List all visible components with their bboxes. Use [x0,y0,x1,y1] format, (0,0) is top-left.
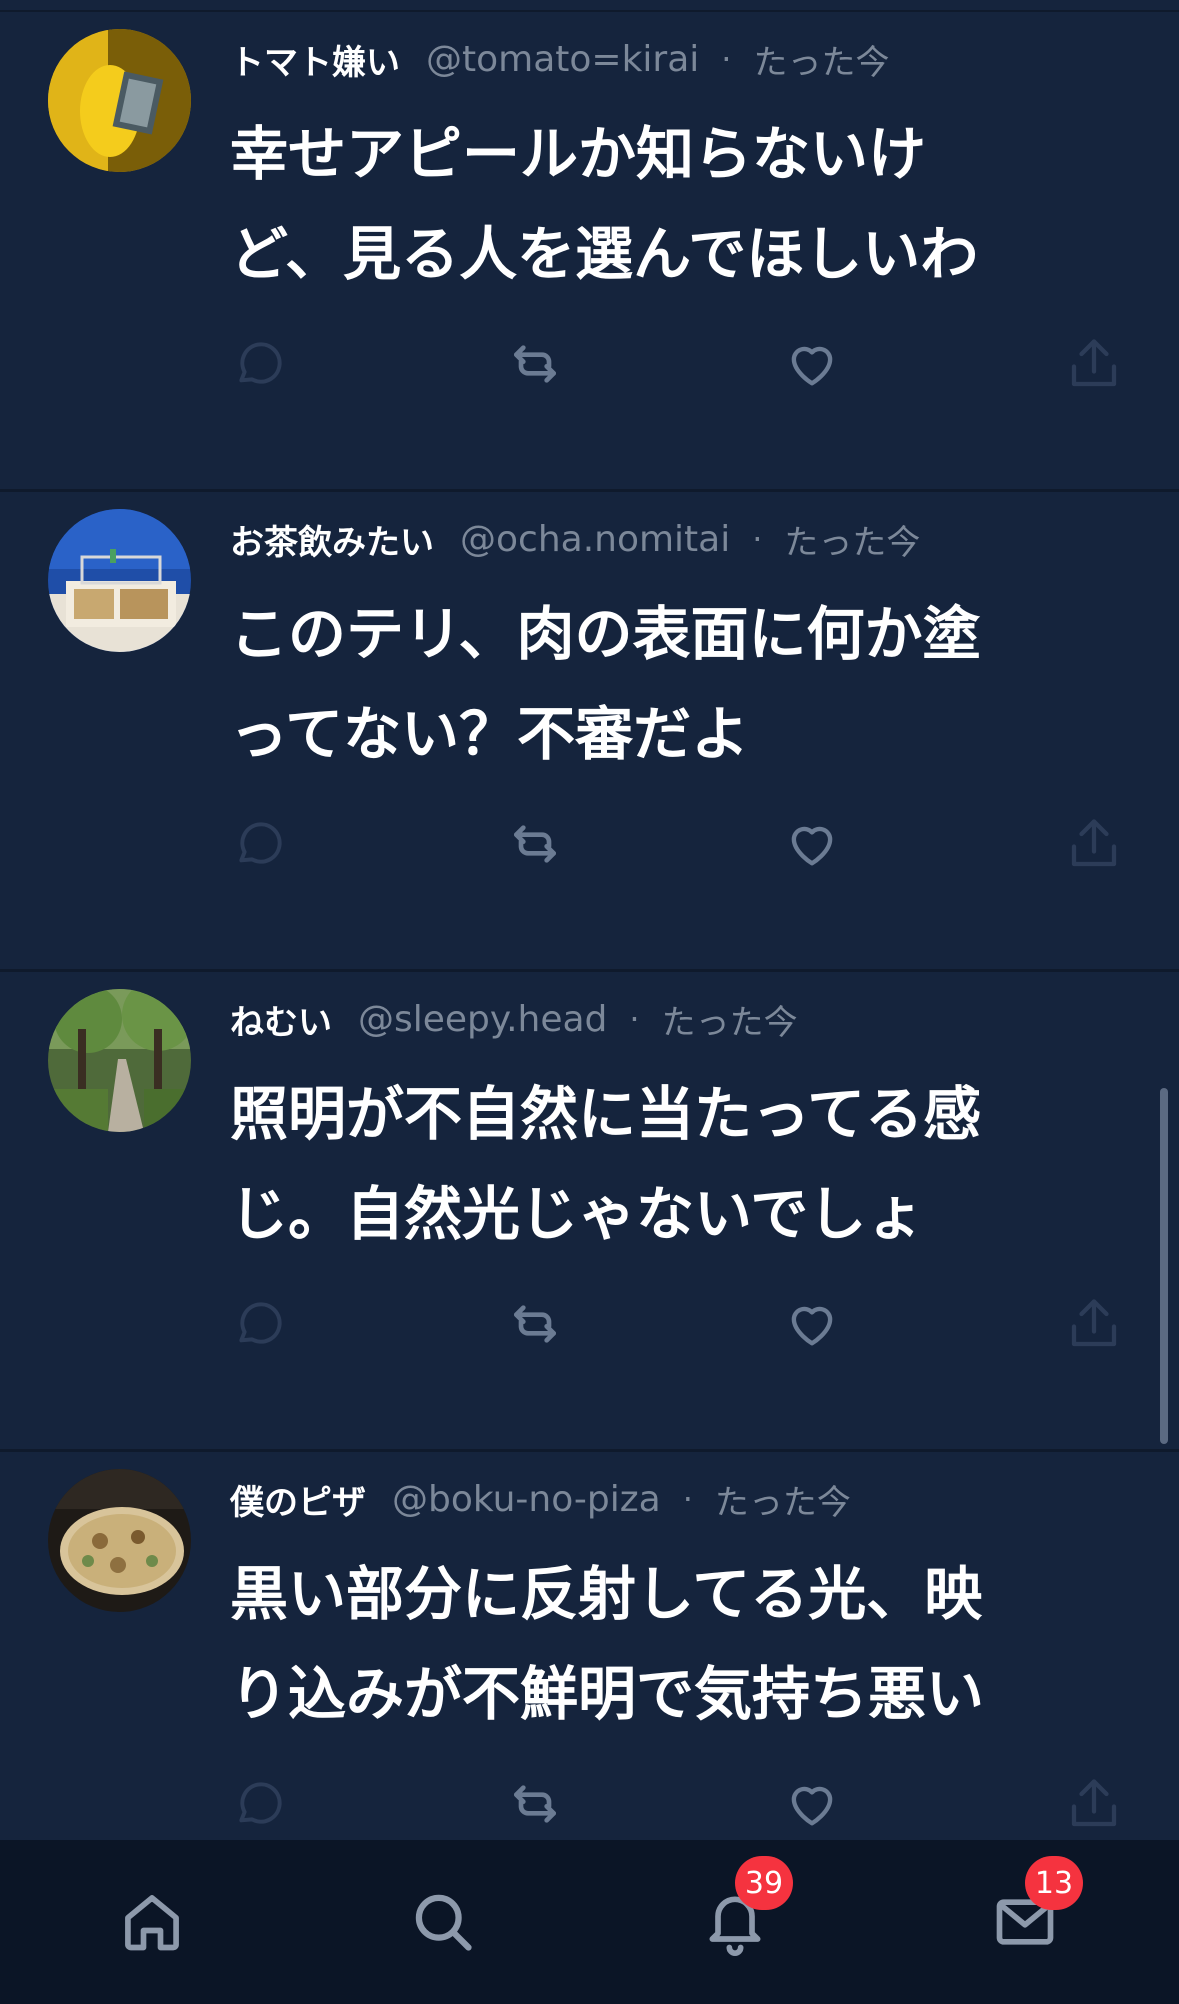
tab-notifications[interactable]: 39 [695,1856,793,1962]
post-text-line: ってない？不審だよ [230,700,750,768]
display-name[interactable]: 僕のピザ [230,1475,366,1524]
repost-icon [514,345,556,383]
repost-icon [514,1305,556,1343]
separator-dot: · [682,1480,693,1518]
post-text-line: 幸せアピールか知らないけ [230,120,927,188]
handle[interactable]: @tomato=kirai [426,39,699,80]
share-icon [1071,1779,1117,1827]
post-card[interactable]: お茶飲みたい @ocha.nomitai · たった今 このテリ、肉の表面に何か… [0,492,1179,972]
post-text-line: 黒い部分に反射してる光、映 [230,1560,983,1628]
handle[interactable]: @ocha.nomitai [460,519,730,560]
avatar[interactable] [48,1469,191,1612]
repost-icon [514,1785,556,1823]
post-text-line: 照明が不自然に当たってる感 [230,1080,982,1148]
post-card[interactable]: 僕のピザ @boku-no-piza · たった今 黒い部分に反射してる光、映 … [0,1452,1179,1840]
post-header: トマト嫌い @tomato=kirai · たった今 [230,34,1139,84]
like-button[interactable] [782,1774,842,1834]
handle[interactable]: @sleepy.head [358,999,607,1040]
heart-icon [791,826,833,866]
reply-icon [239,1782,282,1824]
timestamp: たった今 [714,1482,851,1523]
share-icon [1071,1299,1117,1347]
post-header: ねむい @sleepy.head · たった今 [230,994,1139,1044]
separator-dot: · [721,40,732,78]
tab-messages[interactable]: 13 [985,1856,1083,1962]
share-button[interactable] [1064,334,1124,394]
post-card[interactable]: トマト嫌い @tomato=kirai · たった今 幸せアピールか知らないけ … [0,12,1179,492]
repost-button[interactable] [505,1774,565,1834]
avatar[interactable] [48,29,191,172]
reply-icon [239,1302,282,1344]
share-button[interactable] [1064,814,1124,874]
share-icon [1071,339,1117,387]
repost-button[interactable] [505,334,565,394]
repost-button[interactable] [505,1294,565,1354]
post-text-line: ど、見る人を選んでほしいわ [230,220,979,288]
home-icon [125,1895,179,1951]
action-bar [230,334,1130,394]
post-header: お茶飲みたい @ocha.nomitai · たった今 [230,514,1139,564]
heart-icon [791,346,833,386]
reply-icon [239,342,282,384]
notification-badge: 39 [735,1856,793,1910]
search-icon [415,1894,472,1951]
repost-button[interactable] [505,814,565,874]
top-divider [0,0,1179,12]
share-button[interactable] [1064,1774,1124,1834]
reply-button[interactable] [230,814,290,874]
display-name[interactable]: お茶飲みたい [230,515,434,564]
like-button[interactable] [782,334,842,394]
display-name[interactable]: ねむい [230,995,332,1044]
heart-icon [791,1786,833,1826]
action-bar [230,1294,1130,1354]
handle[interactable]: @boku-no-piza [392,1479,661,1520]
message-badge: 13 [1025,1856,1083,1910]
reply-button[interactable] [230,1774,290,1834]
post-text: 照明が不自然に当たってる感 じ。自然光じゃないでしょ [230,1064,1110,1264]
scrollbar[interactable] [1160,1088,1168,1444]
post-text: 幸せアピールか知らないけ ど、見る人を選んでほしいわ [230,104,1110,304]
action-bar [230,1774,1130,1834]
post-header: 僕のピザ @boku-no-piza · たった今 [230,1474,1139,1524]
reply-icon [239,822,282,864]
share-icon [1071,819,1117,867]
post-text-line: じ。自然光じゃないでしょ [230,1180,925,1248]
tab-search[interactable] [403,1882,483,1962]
avatar[interactable] [48,989,191,1132]
like-button[interactable] [782,814,842,874]
reply-button[interactable] [230,1294,290,1354]
post-text: このテリ、肉の表面に何か塗 ってない？不審だよ [230,584,1110,784]
display-name[interactable]: トマト嫌い [230,35,400,84]
post-text-line: このテリ、肉の表面に何か塗 [230,600,981,668]
post-card[interactable]: ねむい @sleepy.head · たった今 照明が不自然に当たってる感 じ。… [0,972,1179,1452]
post-text-line: り込みが不鮮明で気持ち悪い [230,1660,985,1728]
like-button[interactable] [782,1294,842,1354]
timestamp: たった今 [753,42,890,83]
reply-button[interactable] [230,334,290,394]
separator-dot: · [752,520,763,558]
post-text: 黒い部分に反射してる光、映 り込みが不鮮明で気持ち悪い [230,1544,1110,1744]
action-bar [230,814,1130,874]
heart-icon [791,1306,833,1346]
share-button[interactable] [1064,1294,1124,1354]
avatar[interactable] [48,509,191,652]
separator-dot: · [629,1000,640,1038]
repost-icon [514,825,556,863]
bottom-tab-bar: 39 13 [0,1840,1179,2004]
timestamp: たった今 [661,1002,798,1043]
timeline-feed[interactable]: トマト嫌い @tomato=kirai · たった今 幸せアピールか知らないけ … [0,0,1179,1840]
tab-home[interactable] [112,1882,192,1962]
timestamp: たった今 [784,522,921,563]
